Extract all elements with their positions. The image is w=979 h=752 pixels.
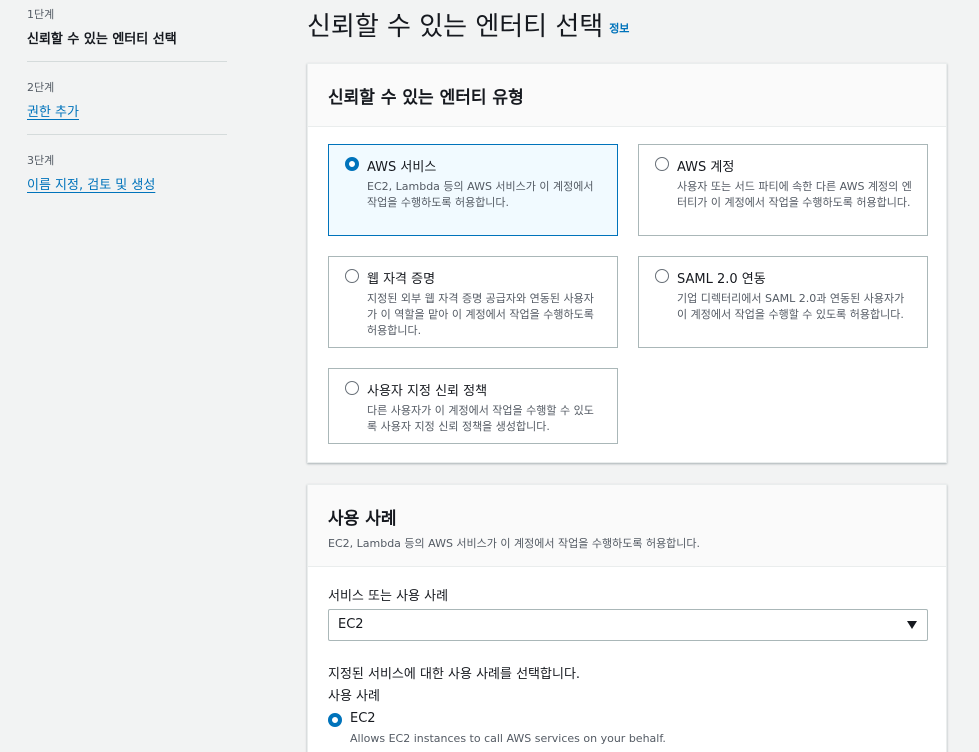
tile-saml-federation[interactable]: SAML 2.0 연동 기업 디렉터리에서 SAML 2.0과 연동된 사용자가… [638, 256, 928, 348]
tile-description: 다른 사용자가 이 계정에서 작업을 수행할 수 있도록 사용자 지정 신뢰 정… [367, 404, 594, 433]
step-3: 3단계 이름 지정, 검토 및 생성 [27, 135, 227, 207]
tile-description: 사용자 또는 서드 파티에 속한 다른 AWS 계정의 엔터티가 이 계정에서 … [677, 180, 912, 209]
step-1: 1단계 신뢰할 수 있는 엔터티 선택 [27, 0, 227, 62]
page-title-text: 신뢰할 수 있는 엔터티 선택 [307, 12, 604, 42]
step-number: 3단계 [27, 154, 55, 167]
tile-title: AWS 계정 [677, 160, 735, 175]
tile-title: SAML 2.0 연동 [677, 272, 766, 287]
service-select-label: 서비스 또는 사용 사례 [328, 589, 449, 604]
trusted-entity-panel: 신뢰할 수 있는 엔터티 유형 AWS 서비스 EC2, Lambda 등의 A… [307, 63, 947, 463]
caret-down-icon [907, 621, 917, 629]
use-case-option-description: Allows EC2 instances to call AWS service… [350, 732, 666, 745]
tile-title: AWS 서비스 [367, 160, 437, 175]
radio-use-case-ec2[interactable] [328, 713, 342, 727]
radio-saml-federation[interactable] [655, 269, 669, 283]
use-case-instruction: 지정된 서비스에 대한 사용 사례를 선택합니다. [328, 667, 581, 682]
step-title-current: 신뢰할 수 있는 엔터티 선택 [27, 32, 177, 47]
panel-heading: 신뢰할 수 있는 엔터티 유형 [328, 88, 524, 108]
step-link-review-create[interactable]: 이름 지정, 검토 및 생성 [27, 178, 155, 193]
radio-web-identity[interactable] [345, 269, 359, 283]
panel-header: 신뢰할 수 있는 엔터티 유형 [308, 64, 946, 127]
radio-aws-service[interactable] [345, 157, 359, 171]
tile-aws-account[interactable]: AWS 계정 사용자 또는 서드 파티에 속한 다른 AWS 계정의 엔터티가 … [638, 144, 928, 236]
panel-header: 사용 사례 EC2, Lambda 등의 AWS 서비스가 이 계정에서 작업을… [308, 485, 946, 567]
step-link-add-permissions[interactable]: 권한 추가 [27, 105, 79, 120]
info-link[interactable]: 정보 [609, 22, 629, 35]
page-title: 신뢰할 수 있는 엔터티 선택 정보 [307, 6, 629, 43]
panel-description: EC2, Lambda 등의 AWS 서비스가 이 계정에서 작업을 수행하도록… [328, 537, 701, 550]
tile-web-identity[interactable]: 웹 자격 증명 지정된 외부 웹 자격 증명 공급자와 연동된 사용자가 이 역… [328, 256, 618, 348]
step-number: 1단계 [27, 8, 55, 21]
tile-description: EC2, Lambda 등의 AWS 서비스가 이 계정에서 작업을 수행하도록… [367, 180, 594, 209]
tile-description: 지정된 외부 웹 자격 증명 공급자와 연동된 사용자가 이 역할을 맡아 이 … [367, 292, 594, 337]
use-case-option-title: EC2 [350, 711, 376, 726]
panel-heading: 사용 사례 [328, 509, 397, 529]
tile-title: 사용자 지정 신뢰 정책 [367, 384, 488, 399]
tile-title: 웹 자격 증명 [367, 272, 436, 287]
tile-description: 기업 디렉터리에서 SAML 2.0과 연동된 사용자가 이 계정에서 작업을 … [677, 292, 905, 321]
step-number: 2단계 [27, 81, 55, 94]
use-case-label: 사용 사례 [328, 689, 380, 704]
service-select[interactable]: EC2 [328, 609, 928, 641]
radio-aws-account[interactable] [655, 157, 669, 171]
tile-aws-service[interactable]: AWS 서비스 EC2, Lambda 등의 AWS 서비스가 이 계정에서 작… [328, 144, 618, 236]
radio-custom-trust-policy[interactable] [345, 381, 359, 395]
use-case-panel: 사용 사례 EC2, Lambda 등의 AWS 서비스가 이 계정에서 작업을… [307, 484, 947, 752]
tile-custom-trust-policy[interactable]: 사용자 지정 신뢰 정책 다른 사용자가 이 계정에서 작업을 수행할 수 있도… [328, 368, 618, 444]
wizard-steps: 1단계 신뢰할 수 있는 엔터티 선택 2단계 권한 추가 3단계 이름 지정,… [27, 0, 227, 207]
step-2: 2단계 권한 추가 [27, 62, 227, 135]
service-select-value: EC2 [338, 617, 364, 632]
